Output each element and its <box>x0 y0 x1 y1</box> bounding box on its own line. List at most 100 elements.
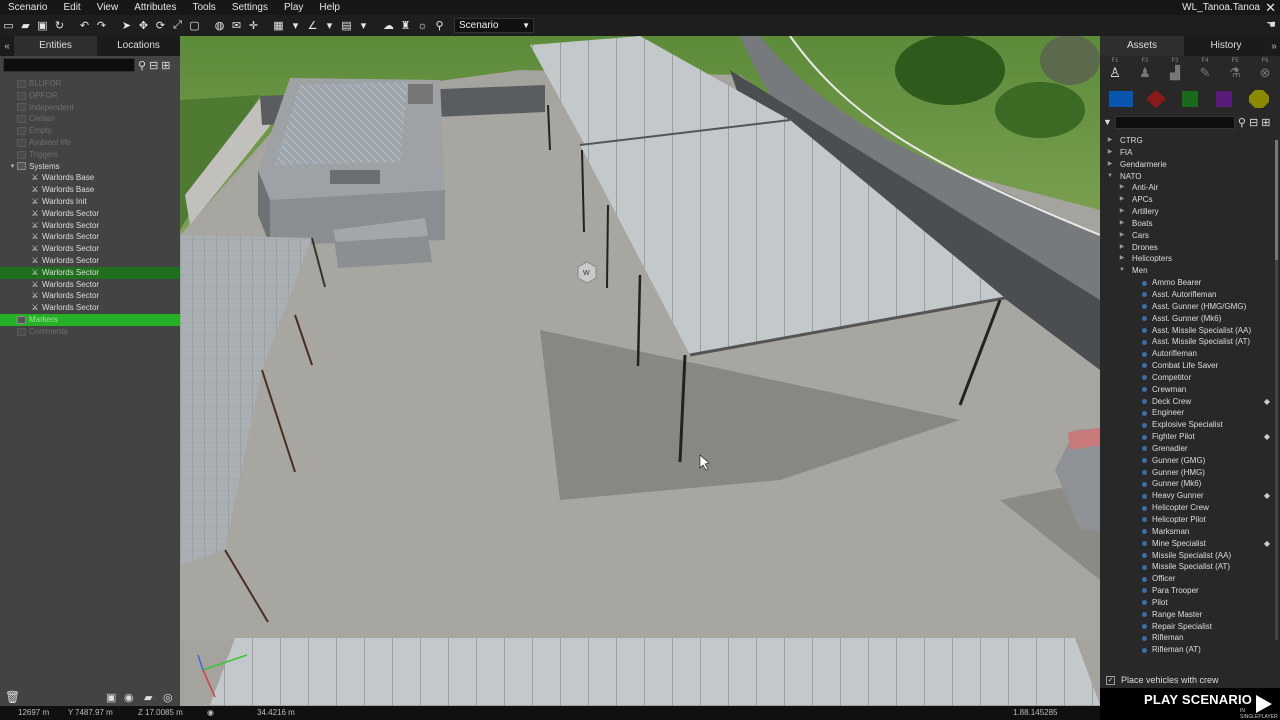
refresh-icon[interactable]: ↻ <box>52 18 67 33</box>
entity-tree-item[interactable]: Comments <box>0 326 180 338</box>
asset-tree-item[interactable]: Heavy Gunner ◆ <box>1100 490 1280 502</box>
expand-arrow-icon[interactable]: ▶ <box>1118 218 1126 230</box>
asset-tree-item[interactable]: Explosive Specialist <box>1100 419 1280 431</box>
menu-help[interactable]: Help <box>311 2 348 13</box>
entities-search-input[interactable] <box>3 58 135 72</box>
open-folder-icon[interactable]: ▰ <box>18 18 33 33</box>
opfor-side-icon[interactable] <box>1144 90 1168 108</box>
asset-tree-item[interactable]: Helicopter Crew <box>1100 502 1280 514</box>
entity-tree-item[interactable]: Empty <box>0 125 180 137</box>
asset-tree-item[interactable]: ▶ CTRG <box>1100 135 1280 147</box>
3d-viewport[interactable]: W <box>0 0 1280 720</box>
independent-side-icon[interactable] <box>1178 90 1202 108</box>
asset-tree-item[interactable]: Asst. Missile Specialist (AT) <box>1100 336 1280 348</box>
entity-tree-item[interactable]: ⚔ Warlords Base <box>0 172 180 184</box>
category-groups[interactable]: F2 ♟ <box>1135 58 1155 81</box>
rotate-tool-icon[interactable]: ⟳ <box>153 18 168 33</box>
asset-tree-item[interactable]: ▶ APCs <box>1100 194 1280 206</box>
entity-tree-item[interactable]: ⚔ Warlords Sector <box>0 255 180 267</box>
asset-tree-item[interactable]: ▶ Cars <box>1100 230 1280 242</box>
menu-scenario[interactable]: Scenario <box>0 2 55 13</box>
asset-tree-item[interactable]: Rifleman (AT) <box>1100 644 1280 655</box>
asset-tree-item[interactable]: ▶ Gendarmerie <box>1100 159 1280 171</box>
expand-all-icon[interactable]: ⊞ <box>1261 116 1270 129</box>
chevron-down-icon[interactable]: ▾ <box>356 18 371 33</box>
entity-tree-item[interactable]: ⚔ Warlords Sector <box>0 302 180 314</box>
asset-tree-item[interactable]: Ammo Bearer <box>1100 277 1280 289</box>
category-objects[interactable]: F3 ▟ <box>1165 58 1185 81</box>
collapse-all-icon[interactable]: ⊟ <box>149 59 158 72</box>
asset-tree-item[interactable]: ▶ Anti-Air <box>1100 182 1280 194</box>
asset-tree-item[interactable]: Asst. Gunner (HMG/GMG) <box>1100 301 1280 313</box>
entity-tree-item[interactable]: ⚔ Warlords Sector <box>0 279 180 291</box>
expand-arrow-icon[interactable]: ▶ <box>1118 242 1126 254</box>
category-characters[interactable]: F1 ♙ <box>1105 58 1125 81</box>
asset-tree-item[interactable]: Fighter Pilot ◆ <box>1100 431 1280 443</box>
asset-tree-item[interactable]: Autorifleman <box>1100 348 1280 360</box>
new-scenario-icon[interactable]: ▭ <box>1 18 16 33</box>
layer-visibility-checkbox[interactable] <box>17 315 26 324</box>
asset-tree-item[interactable]: ▶ Drones <box>1100 242 1280 254</box>
surface-snap-icon[interactable]: ▢ <box>187 18 202 33</box>
undo-icon[interactable]: ↶ <box>77 18 92 33</box>
expand-arrow-icon[interactable]: ▶ <box>1106 159 1114 171</box>
binoculars-icon[interactable]: ⚲ <box>432 18 447 33</box>
asset-tree-item[interactable]: Grenadier <box>1100 443 1280 455</box>
asset-tree-item[interactable]: ▶ FIA <box>1100 147 1280 159</box>
map-icon[interactable]: ✉ <box>229 18 244 33</box>
blufor-side-icon[interactable] <box>1109 90 1134 108</box>
asset-tree-item[interactable]: Competitor <box>1100 372 1280 384</box>
place-vehicles-option[interactable]: ✓ Place vehicles with crew <box>1100 672 1280 688</box>
asset-tree-item[interactable]: ▶ Helicopters <box>1100 253 1280 265</box>
expand-arrow-icon[interactable]: ▶ <box>1118 230 1126 242</box>
tab-locations[interactable]: Locations <box>97 36 180 56</box>
crosshair-icon[interactable]: ✛ <box>246 18 261 33</box>
asset-tree-item[interactable]: Range Master <box>1100 609 1280 621</box>
search-icon[interactable]: ⚲ <box>1238 116 1246 129</box>
entity-tree-item[interactable]: Ambient life <box>0 137 180 149</box>
new-layer-icon[interactable]: ▣ <box>106 691 116 704</box>
collapse-all-icon[interactable]: ⊟ <box>1249 116 1258 129</box>
entity-tree-item[interactable]: ⚔ Warlords Sector <box>0 220 180 232</box>
expand-arrow-icon[interactable]: ▶ <box>1118 206 1126 218</box>
chevron-down-icon[interactable]: ▾ <box>322 18 337 33</box>
search-icon[interactable]: ⚲ <box>138 59 146 72</box>
asset-tree-item[interactable]: Missile Specialist (AA) <box>1100 550 1280 562</box>
layer-visibility-checkbox[interactable] <box>17 103 26 112</box>
expand-all-icon[interactable]: ⊞ <box>161 59 170 72</box>
entity-tree-item[interactable]: Markers <box>0 313 180 326</box>
menu-view[interactable]: View <box>89 2 127 13</box>
asset-tree-item[interactable]: Gunner (HMG) <box>1100 467 1280 479</box>
play-scenario-button[interactable]: PLAY SCENARIO IN SINGLEPLAYER <box>1100 688 1280 720</box>
asset-tree-item[interactable]: Pilot <box>1100 597 1280 609</box>
asset-tree-item[interactable]: Combat Life Saver <box>1100 360 1280 372</box>
entity-tree-item[interactable]: ⚔ Warlords Sector <box>0 290 180 302</box>
weather-icon[interactable]: ☁ <box>381 18 396 33</box>
empty-side-icon[interactable] <box>1247 90 1271 108</box>
asset-tree-item[interactable]: Deck Crew ◆ <box>1100 396 1280 408</box>
city-icon[interactable]: ♜ <box>398 18 413 33</box>
expand-arrow-icon[interactable]: ▶ <box>1118 253 1126 265</box>
menu-tools[interactable]: Tools <box>184 2 223 13</box>
scale-tool-icon[interactable]: ⤢ <box>170 18 185 33</box>
expand-arrow-icon[interactable]: ▶ <box>1106 147 1114 159</box>
select-tool-icon[interactable]: ➤ <box>119 18 134 33</box>
hand-icon[interactable]: ☚ <box>1266 18 1276 31</box>
sun-icon[interactable]: ☼ <box>415 18 430 33</box>
scenario-dropdown[interactable]: Scenario ▼ <box>454 18 534 33</box>
asset-tree-item[interactable]: Missile Specialist (AT) <box>1100 561 1280 573</box>
layer-visibility-checkbox[interactable] <box>17 115 26 124</box>
menu-edit[interactable]: Edit <box>55 2 88 13</box>
asset-tree-item[interactable]: Asst. Missile Specialist (AA) <box>1100 325 1280 337</box>
chevron-down-icon[interactable]: ▼ <box>1103 117 1112 127</box>
close-icon[interactable]: ✕ <box>1265 0 1276 15</box>
layer-visibility-checkbox[interactable] <box>17 138 26 147</box>
expand-arrow-icon[interactable]: ▶ <box>1118 182 1126 194</box>
expand-arrow-icon[interactable]: ▼ <box>1118 265 1126 277</box>
asset-tree-item[interactable]: Asst. Gunner (Mk6) <box>1100 313 1280 325</box>
asset-tree-item[interactable]: ▼ NATO <box>1100 171 1280 183</box>
menu-attributes[interactable]: Attributes <box>126 2 184 13</box>
tab-history[interactable]: History <box>1184 36 1268 56</box>
asset-tree-item[interactable]: ▶ Boats <box>1100 218 1280 230</box>
entity-tree-item[interactable]: ⚔ Warlords Sector <box>0 208 180 220</box>
